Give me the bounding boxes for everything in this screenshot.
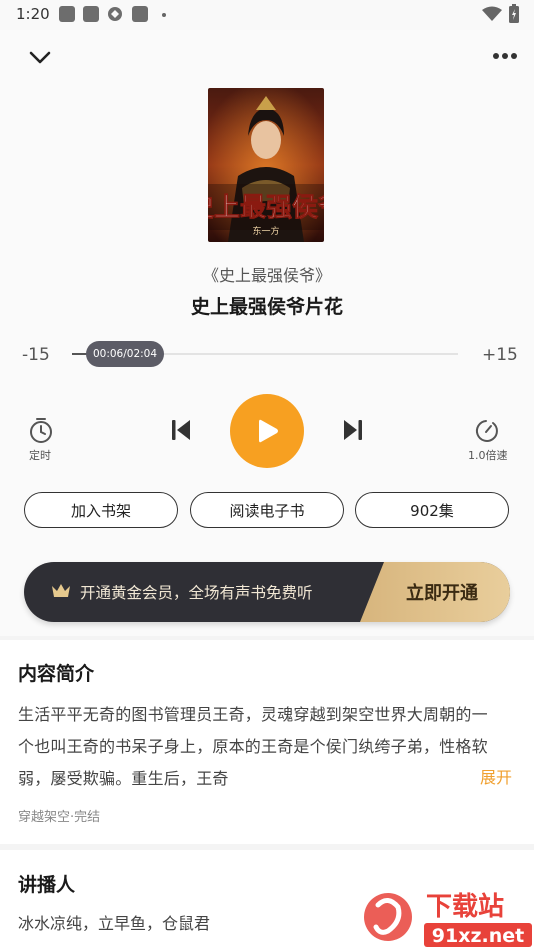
status-time: 1:20 [16,5,50,23]
notification-icon [132,6,148,22]
notification-icon [59,6,75,22]
crown-icon [52,584,70,597]
skip-next-icon[interactable] [342,418,364,442]
intro-title: 内容简介 [18,663,95,685]
more-notifications-dot [162,13,166,17]
narrator-title: 讲播人 [18,874,76,896]
book-cover[interactable]: 史上最强侯爷 东一方 [208,88,324,242]
play-button[interactable] [230,394,304,468]
narrator-names[interactable]: 冰水凉纯，立早鱼，仓鼠君 [18,910,210,934]
progress-thumb[interactable]: 00:06/02:04 [86,341,164,367]
timer-icon[interactable] [28,416,54,444]
vip-text: 开通黄金会员，全场有声书免费听 [80,584,313,602]
intro-text[interactable]: 生活平平无奇的图书管理员王奇，灵魂穿越到架空世界大周朝的一 个也叫王奇的书呆子身… [18,699,518,795]
track-title: 史上最强侯爷片花 [190,296,343,318]
seek-back-button[interactable]: -15 [22,345,50,365]
cover-title: 史上最强侯爷 [208,193,324,223]
chevron-down-icon[interactable] [28,46,52,68]
more-dots-icon[interactable] [492,50,518,62]
vip-banner[interactable]: 开通黄金会员，全场有声书免费听 立即开通 [24,562,510,622]
cover-author: 东一方 [252,225,279,237]
play-icon [259,419,278,443]
battery-icon [509,4,519,23]
seek-forward-button[interactable]: +15 [482,345,518,365]
status-bar: 1:20 [0,0,534,30]
timer-label[interactable]: 定时 [29,447,51,463]
intro-line: 生活平平无奇的图书管理员王奇，灵魂穿越到架空世界大周朝的一 [18,705,488,724]
skip-previous-icon[interactable] [170,418,192,442]
expand-link[interactable]: 展开 [480,764,512,788]
intro-line: 个也叫王奇的书呆子身上，原本的王奇是个侯门纨绔子弟，性格软 [18,737,488,756]
watermark-url: 91xz.net [432,925,524,947]
notification-icon [83,6,99,22]
wifi-icon [482,6,502,21]
episodes-button[interactable]: 902集 [355,492,509,528]
watermark-brand: 下载站 [426,892,504,922]
add-to-shelf-button[interactable]: 加入书架 [24,492,178,528]
book-name[interactable]: 《史上最强侯爷》 [0,262,534,286]
watermark-logo: 下载站 91xz.net [364,892,532,947]
player-panel: 史上最强侯爷 东一方 《史上最强侯爷》 史上最强侯爷片花 -15 +15 00:… [0,30,534,636]
read-ebook-button[interactable]: 阅读电子书 [190,492,344,528]
vip-open-button[interactable]: 立即开通 [406,579,478,605]
intro-section: 内容简介 生活平平无奇的图书管理员王奇，灵魂穿越到架空世界大周朝的一 个也叫王奇… [0,640,534,844]
intro-line: 弱，屡受欺骗。重生后，王奇 [18,769,229,788]
sync-icon [108,7,122,21]
book-tags: 穿越架空·完结 [18,810,101,825]
speed-label[interactable]: 1.0倍速 [468,447,508,463]
speed-icon[interactable] [473,418,499,444]
